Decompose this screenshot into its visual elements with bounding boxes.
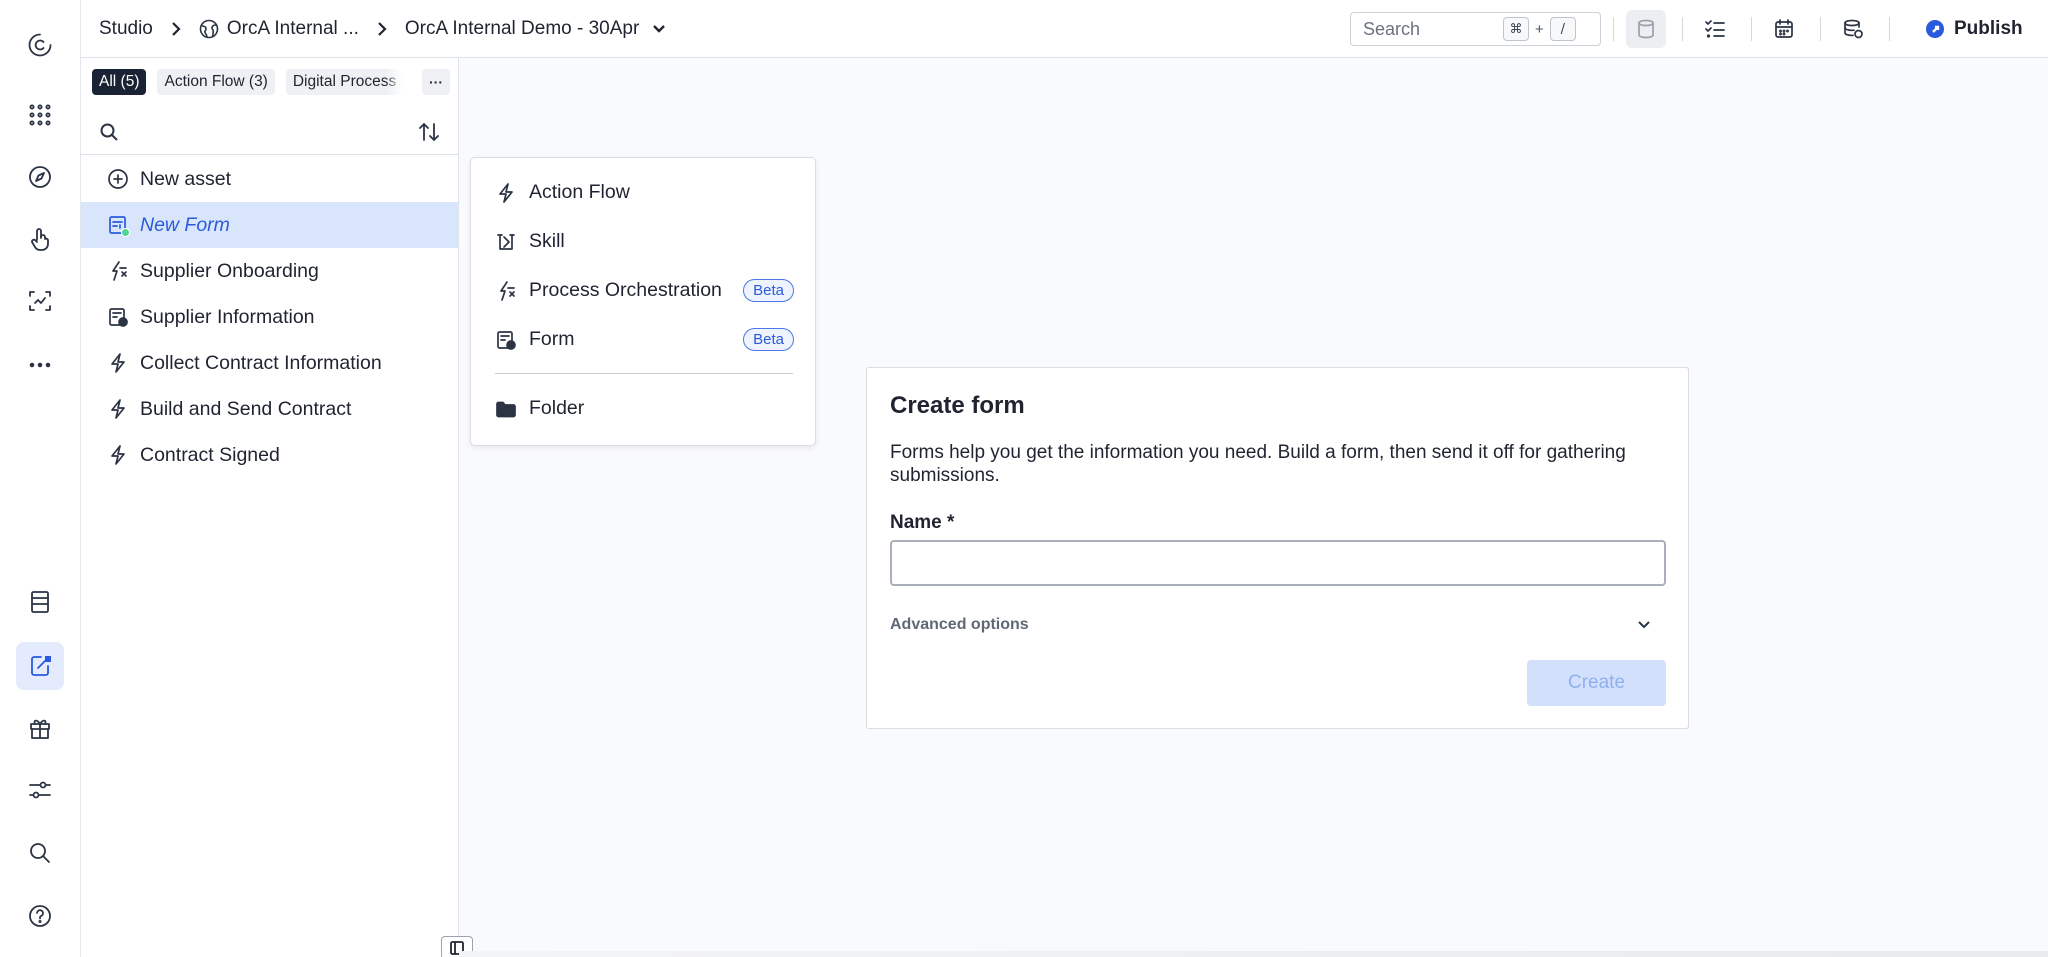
chevron-right-icon <box>375 22 389 36</box>
list-item-label: New asset <box>140 167 232 190</box>
menu-item-action-flow[interactable]: Action Flow <box>471 168 817 217</box>
beta-badge: Beta <box>743 279 794 302</box>
rocket-icon <box>1926 20 1944 38</box>
create-form-dialog: Create form Forms help you get the infor… <box>866 367 1689 729</box>
menu-item-form[interactable]: Form Beta <box>471 315 817 364</box>
chevron-down-icon[interactable] <box>651 21 667 37</box>
menu-item-label: Folder <box>529 397 585 419</box>
form-icon <box>495 329 517 351</box>
horizontal-scrollbar[interactable] <box>459 951 2048 957</box>
more-filters-button[interactable]: ··· <box>422 69 450 95</box>
list-item[interactable]: Supplier Information <box>81 294 458 340</box>
publish-label: Publish <box>1954 18 2023 39</box>
status-dot <box>121 228 130 237</box>
new-asset-menu: Action Flow Skill Process Orchestration … <box>470 157 816 446</box>
name-field[interactable] <box>890 540 1666 586</box>
menu-divider <box>495 373 793 374</box>
globe-icon <box>199 19 219 39</box>
breadcrumb-project[interactable]: OrcA Internal Demo - 30Apr <box>405 18 639 40</box>
sort-icon[interactable] <box>417 120 441 144</box>
list-item[interactable]: Collect Contract Information <box>81 340 458 386</box>
chevron-down-icon[interactable] <box>1635 615 1653 633</box>
chip-action-flow[interactable]: Action Flow (3) <box>157 69 275 95</box>
folder-icon <box>495 398 517 420</box>
divider <box>1889 17 1890 41</box>
list-item[interactable]: Supplier Onboarding <box>81 248 458 294</box>
left-rail <box>0 0 81 957</box>
list-item[interactable]: New Form <box>81 202 458 248</box>
table-icon[interactable] <box>16 578 64 626</box>
process-icon <box>495 280 517 302</box>
list-item-label: Build and Send Contract <box>140 397 352 420</box>
chip-all[interactable]: All (5) <box>92 69 147 95</box>
global-search[interactable]: ⌘ + / <box>1350 12 1601 46</box>
menu-item-folder[interactable]: Folder <box>471 384 817 433</box>
list-item[interactable]: Build and Send Contract <box>81 386 458 432</box>
bolt-icon <box>107 444 129 466</box>
compass-icon[interactable] <box>16 153 64 201</box>
gift-icon[interactable] <box>16 704 64 752</box>
new-asset-button[interactable]: New asset <box>81 156 458 202</box>
bolt-icon <box>107 352 129 374</box>
menu-item-label: Action Flow <box>529 181 630 203</box>
breadcrumb-studio[interactable]: Studio <box>99 18 153 40</box>
search-icon[interactable] <box>16 829 64 877</box>
menu-item-process-orchestration[interactable]: Process Orchestration Beta <box>471 266 817 315</box>
menu-item-label: Form <box>529 328 575 350</box>
help-icon[interactable] <box>16 892 64 940</box>
list-item[interactable]: Contract Signed <box>81 432 458 478</box>
shortcut-slash: / <box>1549 17 1576 41</box>
sliders-icon[interactable] <box>16 766 64 814</box>
menu-item-label: Process Orchestration <box>529 279 722 301</box>
shortcut-plus: + <box>1535 20 1544 38</box>
shortcut-cmd: ⌘ <box>1503 17 1529 41</box>
chip-digital-process[interactable]: Digital Process <box>285 69 403 95</box>
divider <box>1613 17 1614 41</box>
apps-grid-icon[interactable] <box>16 91 64 139</box>
list-item-label: Supplier Information <box>140 305 315 328</box>
breadcrumb-workspace[interactable]: OrcA Internal ... <box>227 18 359 40</box>
checklist-icon[interactable] <box>1695 10 1735 48</box>
dialog-description: Forms help you get the information you n… <box>890 442 1626 486</box>
breadcrumb: Studio OrcA Internal ... OrcA Internal D… <box>99 18 667 40</box>
advanced-options-toggle[interactable]: Advanced options <box>890 616 1029 634</box>
bolt-icon <box>495 182 517 204</box>
studio-icon[interactable] <box>16 642 64 690</box>
dialog-title: Create form <box>890 392 1025 419</box>
search-input[interactable] <box>1363 18 1503 40</box>
list-item-label: Supplier Onboarding <box>140 259 319 282</box>
menu-item-skill[interactable]: Skill <box>471 217 817 266</box>
asset-list: New asset New Form Supplier Onboarding S… <box>81 156 458 478</box>
process-icon <box>107 260 129 282</box>
list-item-label: Collect Contract Information <box>140 351 382 374</box>
menu-item-label: Skill <box>529 230 565 252</box>
create-button[interactable]: Create <box>1527 660 1666 706</box>
list-item-label: New Form <box>140 213 230 236</box>
beta-badge: Beta <box>743 328 794 351</box>
plus-circle-icon <box>107 168 129 190</box>
divider <box>1820 17 1821 41</box>
bolt-icon <box>107 398 129 420</box>
publish-button[interactable]: Publish <box>1918 10 2031 48</box>
filter-chips: All (5) Action Flow (3) Digital Process <box>92 69 414 95</box>
form-icon <box>107 306 129 328</box>
more-icon[interactable] <box>16 341 64 389</box>
asset-panel: All (5) Action Flow (3) Digital Process … <box>81 58 459 957</box>
divider <box>1682 17 1683 41</box>
divider <box>1751 17 1752 41</box>
top-bar: Studio OrcA Internal ... OrcA Internal D… <box>81 0 2048 58</box>
search-icon[interactable] <box>99 122 119 142</box>
calendar-icon[interactable] <box>1764 10 1804 48</box>
name-label: Name * <box>890 512 955 533</box>
form-icon <box>107 214 130 237</box>
chevron-right-icon <box>169 22 183 36</box>
database-icon[interactable] <box>1626 10 1666 48</box>
touch-icon[interactable] <box>16 215 64 263</box>
list-item-label: Contract Signed <box>140 443 280 466</box>
settings-db-icon[interactable] <box>1833 10 1873 48</box>
divider <box>81 154 458 155</box>
logo-icon[interactable] <box>16 21 64 69</box>
skill-icon <box>495 231 517 253</box>
scan-icon[interactable] <box>16 277 64 325</box>
